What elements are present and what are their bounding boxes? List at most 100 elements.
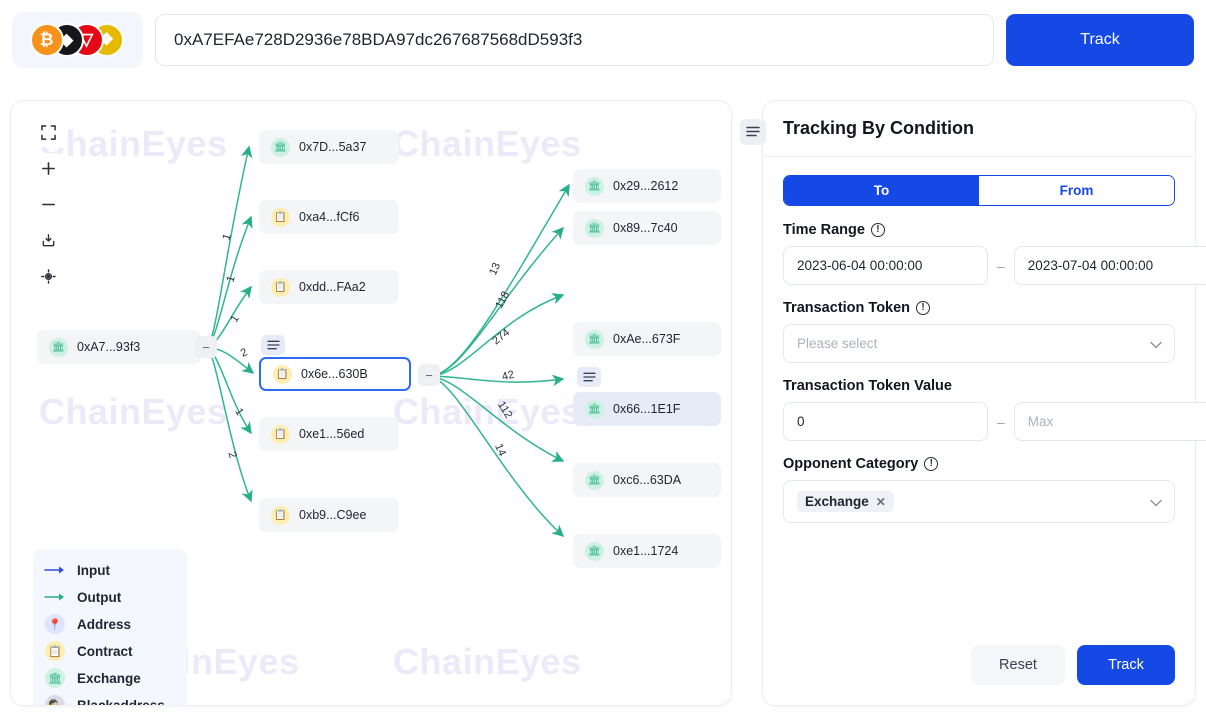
label-text: Opponent Category [783,456,919,472]
graph-node-label: 0xdd...FAa2 [299,280,366,294]
direction-segmented-control: To From [783,175,1175,206]
time-range-row: – [783,246,1206,285]
graph-node-0x7D5a37[interactable]: 🏛 0x7D...5a37 [259,130,399,164]
blackaddress-icon: 🕵 [43,695,67,705]
label-text: Transaction Token [783,300,911,316]
graph-node-label: 0x66...1E1F [613,402,681,416]
zoom-out-icon[interactable] [33,189,63,219]
token-value-min-input[interactable] [783,402,988,441]
track-search-button[interactable]: Track [1006,14,1194,66]
graph-node-0xddFAa2[interactable]: 📋 0xdd...FAa2 [259,270,399,304]
recenter-icon[interactable] [33,261,63,291]
label-text: Time Range [783,222,865,238]
download-icon[interactable] [33,225,63,255]
panel-collapse-toggle[interactable] [740,119,766,145]
range-separator: – [997,257,1005,274]
info-icon[interactable]: ! [870,223,885,237]
chain-explorer-app: ₿ ◆ ▽ ❖ Track ChainEyes ChainEyes ChainE… [0,0,1206,720]
token-value-max-input[interactable] [1013,402,1206,441]
address-search-input[interactable] [155,14,994,66]
transaction-graph-panel[interactable]: ChainEyes ChainEyes ChainEyes ChainEyes … [10,100,732,706]
time-range-end-input[interactable] [1013,246,1206,285]
info-icon[interactable]: ! [924,457,939,471]
graph-node-label: 0x29...2612 [613,179,679,193]
output-arrow-icon [43,592,67,602]
legend-item-exchange: 🏛 Exchange [43,668,177,688]
chain-selector[interactable]: ₿ ◆ ▽ ❖ [12,12,143,68]
address-search-wrapper [155,14,994,66]
root-collapse-button[interactable]: − [195,336,217,358]
panel-track-button[interactable]: Track [1077,645,1175,685]
zoom-in-icon[interactable] [33,153,63,183]
graph-node-label: 0xa4...fCf6 [299,210,360,224]
graph-node-0x661E1F[interactable]: 🏛 0x66...1E1F [573,392,721,426]
info-icon[interactable]: ! [916,301,931,315]
graph-node-label: 0x6e...630B [301,367,368,381]
chain-coin-stack: ₿ ◆ ▽ ❖ [29,23,126,57]
graph-node-0xc663DA[interactable]: 🏛 0xc6...63DA [573,463,721,497]
node-detail-list-icon[interactable] [577,367,601,387]
graph-node-label: 0xb9...C9ee [299,508,367,522]
contract-icon: 📋 [271,207,290,227]
tracking-condition-panel: Tracking By Condition To From Time Range… [762,100,1206,706]
legend-label: Blackaddress [77,697,165,706]
transaction-token-label: Transaction Token ! [783,300,1175,316]
fullscreen-icon[interactable] [33,117,63,147]
graph-node-label: 0xc6...63DA [613,473,682,487]
graph-node-root[interactable]: 🏛 0xA7...93f3 [37,330,201,364]
time-range-start-input[interactable] [783,246,988,285]
opponent-category-tag: Exchange ✕ [797,491,894,512]
graph-node-label: 0xe1...1724 [613,544,679,558]
exchange-icon: 🏛 [271,137,290,157]
graph-node-0x6e630B[interactable]: 📋 0x6e...630B [259,357,411,391]
contract-icon: 📋 [273,364,292,384]
exchange-icon: 🏛 [49,337,68,357]
exchange-icon: 🏛 [585,541,604,561]
transaction-token-value-row: – [783,402,1206,441]
graph-node-label: 0x89...7c40 [613,221,678,235]
legend-label: Address [77,616,132,632]
exchange-icon: 🏛 [585,470,604,490]
exchange-icon: 🏛 [43,668,67,688]
direction-to-button[interactable]: To [784,176,979,205]
exchange-icon: 🏛 [585,399,604,419]
graph-node-0xe11724[interactable]: 🏛 0xe1...1724 [573,534,721,568]
tag-label: Exchange [805,494,869,509]
legend-item-contract: 📋 Contract [43,641,177,661]
graph-node-0xe156ed[interactable]: 📋 0xe1...56ed [259,417,399,451]
reset-button[interactable]: Reset [971,645,1065,685]
address-icon: 📍 [43,614,67,634]
opponent-category-label: Opponent Category ! [783,456,1175,472]
exchange-icon: 🏛 [585,218,604,238]
tag-remove-icon[interactable]: ✕ [876,495,886,509]
chevron-down-icon [1150,337,1162,352]
contract-icon: 📋 [271,424,290,444]
legend-label: Contract [77,643,133,659]
time-range-label: Time Range ! [783,222,1175,238]
graph-node-0x292612[interactable]: 🏛 0x29...2612 [573,169,721,203]
graph-toolbar [33,117,63,291]
panel-title: Tracking By Condition [763,101,1195,157]
graph-node-0xa4fCf6[interactable]: 📋 0xa4...fCf6 [259,200,399,234]
direction-from-button[interactable]: From [979,176,1174,205]
node-collapse-button[interactable]: − [418,364,440,386]
node-detail-list-icon[interactable] [261,335,285,355]
legend-label: Output [77,589,122,605]
graph-node-0x897c40[interactable]: 🏛 0x89...7c40 [573,211,721,245]
transaction-token-select[interactable]: Please select [783,324,1175,363]
bitcoin-coin-icon[interactable]: ₿ [29,23,64,57]
legend-item-input: Input [43,561,177,579]
panel-actions: Reset Track [971,645,1175,685]
graph-node-0xAe673F[interactable]: 🏛 0xAe...673F [573,322,721,356]
legend-item-address: 📍 Address [43,614,177,634]
contract-icon: 📋 [271,277,290,297]
contract-icon: 📋 [43,641,67,661]
label-text: Transaction Token Value [783,378,952,394]
top-bar: ₿ ◆ ▽ ❖ Track [0,0,1206,80]
graph-legend: Input Output 📍 Address 📋 Contract 🏛 Exch… [33,549,187,706]
contract-icon: 📋 [271,505,290,525]
opponent-category-select[interactable]: Exchange ✕ [783,480,1175,523]
graph-node-0xb9C9ee[interactable]: 📋 0xb9...C9ee [259,498,399,532]
chevron-down-icon [1150,495,1162,510]
input-arrow-icon [43,565,67,575]
